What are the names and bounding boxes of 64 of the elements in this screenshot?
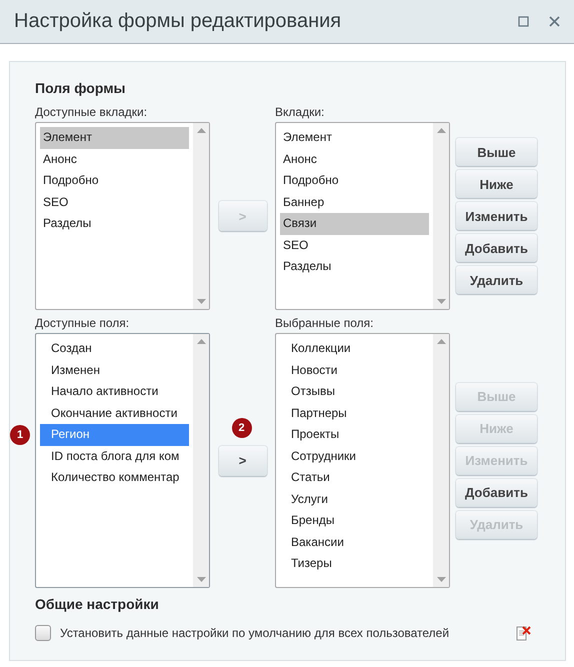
scrollbar[interactable] xyxy=(433,334,449,587)
list-item[interactable]: Отзывы xyxy=(280,381,429,402)
list-item[interactable]: Изменен xyxy=(40,360,189,381)
scroll-up-icon[interactable] xyxy=(197,128,206,133)
scrollbar[interactable] xyxy=(193,334,209,587)
list-item[interactable]: Коллекции xyxy=(280,338,429,360)
list-item[interactable]: Статьи xyxy=(280,467,429,488)
scroll-down-icon[interactable] xyxy=(437,577,446,582)
list-box[interactable]: Коллекции Новости Отзывы Партнеры Проекты Сотрудники Статьи Услуги Бренды Вакансии Тизеры xyxy=(275,333,450,588)
list-box[interactable]: Элемент Анонс Подробно SEO Разделы xyxy=(35,122,210,310)
list-item[interactable]: ID поста блога для ком xyxy=(40,446,189,467)
list-item[interactable]: Партнеры xyxy=(280,402,429,424)
close-icon[interactable] xyxy=(549,16,560,27)
list-item[interactable]: Анонс xyxy=(280,148,429,170)
section-title: Поля формы xyxy=(35,80,127,96)
checkbox[interactable] xyxy=(35,625,51,641)
step-marker: 2 xyxy=(232,418,252,438)
list-item[interactable]: Тизеры xyxy=(280,553,429,574)
checkbox-label: Установить данные настройки по умолчанию для всех пользователей xyxy=(60,626,450,640)
window-title: Настройка формы редактирования xyxy=(14,10,342,33)
list-item[interactable]: SEO xyxy=(280,234,429,256)
list-label: Выбранные поля: xyxy=(275,316,374,330)
scroll-up-icon[interactable] xyxy=(197,339,206,344)
list-item[interactable]: Окончание активности xyxy=(40,402,189,424)
list-item[interactable]: Начало активности xyxy=(40,381,189,402)
list-item[interactable]: Подробно xyxy=(280,170,429,192)
list-item[interactable]: Новости xyxy=(280,360,429,381)
list-item[interactable]: Анонс xyxy=(40,148,189,170)
scrollbar[interactable] xyxy=(433,123,449,309)
list-item[interactable]: Разделы xyxy=(40,213,189,234)
action-button[interactable]: Выше xyxy=(456,138,537,166)
action-button[interactable]: Ниже xyxy=(456,170,537,198)
list-label: Вкладки: xyxy=(275,105,326,119)
scroll-down-icon[interactable] xyxy=(197,577,206,582)
list-item[interactable]: Создан xyxy=(40,338,189,360)
step-marker: 1 xyxy=(10,425,30,445)
list-label: Доступные вкладки: xyxy=(35,105,148,119)
list-item[interactable]: Проекты xyxy=(280,424,429,446)
list-item[interactable]: Сотрудники xyxy=(280,446,429,467)
list-item[interactable]: Услуги xyxy=(280,488,429,510)
list-item[interactable]: Связи xyxy=(280,213,429,234)
scroll-down-icon[interactable] xyxy=(197,299,206,304)
delete-document-icon[interactable] xyxy=(515,625,531,641)
list-item[interactable]: SEO xyxy=(40,192,189,213)
scroll-up-icon[interactable] xyxy=(437,339,446,344)
scroll-up-icon[interactable] xyxy=(437,128,446,133)
action-button[interactable]: Удалить xyxy=(456,266,537,294)
list-item[interactable]: Количество комментар xyxy=(40,467,189,488)
list-item[interactable]: Разделы xyxy=(280,256,429,278)
list-item[interactable]: Вакансии xyxy=(280,532,429,553)
section-title: Общие настройки xyxy=(35,596,160,612)
action-button[interactable]: Добавить xyxy=(456,478,537,506)
maximize-icon[interactable] xyxy=(518,16,529,27)
list-item[interactable]: Элемент xyxy=(40,127,189,148)
action-button[interactable]: Изменить xyxy=(456,202,537,230)
scroll-down-icon[interactable] xyxy=(437,299,446,304)
list-item[interactable]: Подробно xyxy=(40,170,189,192)
list-item[interactable]: Баннер xyxy=(280,192,429,213)
list-item[interactable]: Бренды xyxy=(280,510,429,532)
scrollbar[interactable] xyxy=(193,123,209,309)
list-label: Доступные поля: xyxy=(35,316,130,330)
action-button[interactable]: Добавить xyxy=(456,234,537,262)
list-item[interactable]: Элемент xyxy=(280,127,429,148)
list-box[interactable]: Элемент Анонс Подробно Баннер Связи SEO Разделы xyxy=(275,122,450,310)
